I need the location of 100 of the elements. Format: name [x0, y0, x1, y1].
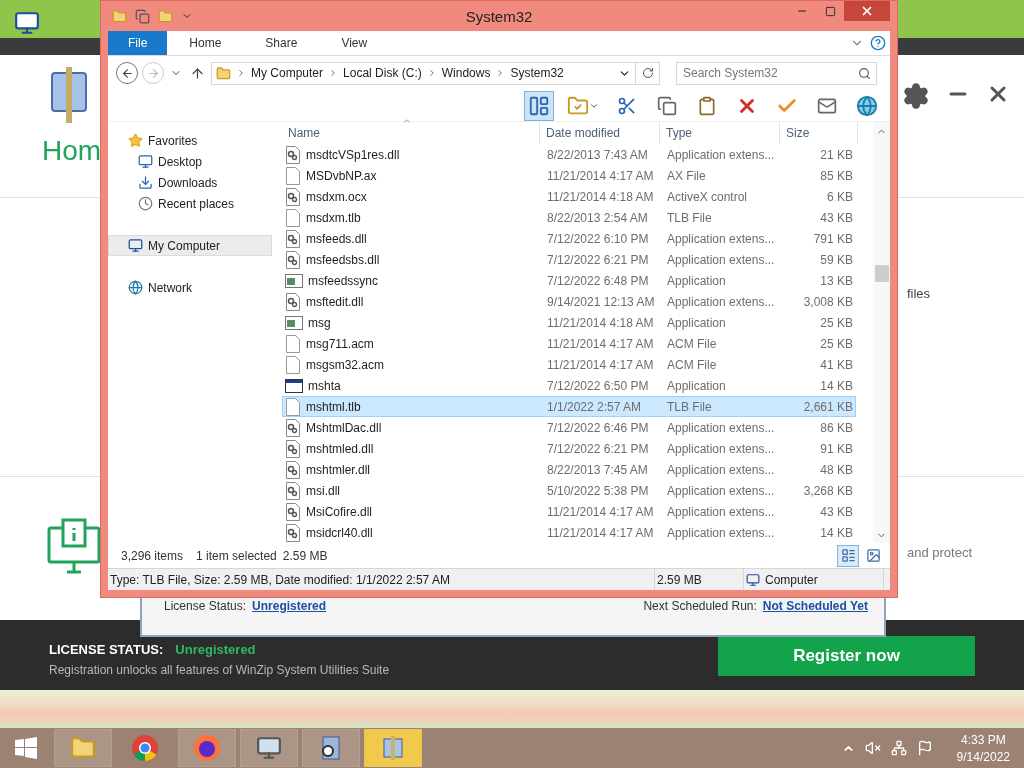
- file-row[interactable]: msgsm32.acm 11/21/2014 4:17 AM ACM File 41 KB: [282, 354, 856, 375]
- network-icon: [128, 280, 143, 295]
- navigation-item[interactable]: Network: [108, 277, 272, 298]
- breadcrumb-item[interactable]: Local Disk (C:): [343, 66, 422, 80]
- file-row[interactable]: mshtmled.dll 7/12/2022 6:21 PM Application extens... 91 KB: [282, 438, 856, 459]
- file-row[interactable]: msftedit.dll 9/14/2021 12:13 AM Application extens... 3,008 KB: [282, 291, 856, 312]
- file-row[interactable]: MsiCofire.dll 11/21/2014 4:17 AM Application extens... 43 KB: [282, 501, 856, 522]
- star-icon: [128, 133, 143, 148]
- navigation-item[interactable]: Favorites: [108, 130, 272, 151]
- file-row[interactable]: mshtmler.dll 8/22/2013 7:45 AM Application extens... 48 KB: [282, 459, 856, 480]
- breadcrumb-item[interactable]: My Computer: [251, 66, 324, 80]
- settings-icon[interactable]: [902, 82, 930, 110]
- type-cell-text: Application extens...: [666, 294, 776, 309]
- layout-button[interactable]: [524, 90, 554, 121]
- taskbar-app[interactable]: [240, 729, 298, 767]
- column-header[interactable]: Size: [780, 122, 858, 144]
- ribbon-tab[interactable]: Share: [243, 31, 320, 55]
- selection-info: 1 item selected: [196, 548, 277, 563]
- license-link[interactable]: Unregistered: [252, 599, 327, 613]
- taskbar-app[interactable]: [178, 729, 236, 767]
- file-name: msdxm.ocx: [306, 189, 367, 204]
- navigation-item[interactable]: Downloads: [108, 172, 272, 193]
- date-cell-text: 11/21/2014 4:17 AM: [546, 525, 655, 540]
- file-name: mshta: [308, 378, 341, 393]
- gear-file-icon: [285, 292, 301, 311]
- monitor-info-icon: [47, 518, 101, 574]
- file-row[interactable]: msdtcVSp1res.dll 8/22/2013 7:43 AM Application extens... 21 KB: [282, 144, 856, 165]
- size-cell-text: 25 KB: [819, 315, 853, 330]
- details-view-button[interactable]: [837, 544, 859, 567]
- gear-file-icon: [285, 250, 301, 269]
- file-name: mshtmled.dll: [306, 441, 374, 456]
- file-row[interactable]: msg 11/21/2014 4:18 AM Application 25 KB: [282, 312, 856, 333]
- search-field[interactable]: Search System32: [676, 61, 877, 85]
- date-cell-text: 11/21/2014 4:17 AM: [546, 336, 655, 351]
- ribbon-tab[interactable]: Home: [167, 31, 244, 55]
- file-name: mshtml.tlb: [306, 399, 361, 414]
- size-cell-text: 43 KB: [819, 210, 853, 225]
- ribbon-tab[interactable]: View: [319, 31, 390, 55]
- navigation-item[interactable]: Desktop: [108, 151, 272, 172]
- back-button[interactable]: [116, 62, 138, 84]
- date-cell-text: 5/10/2022 5:38 PM: [546, 483, 650, 498]
- file-row[interactable]: msdxm.tlb 8/22/2013 2:54 AM TLB File 43 KB: [282, 207, 856, 228]
- type-cell-text: Application extens...: [666, 525, 776, 540]
- file-row[interactable]: msi.dll 5/10/2022 5:38 PM Application extens... 3,268 KB: [282, 480, 856, 501]
- taskbar-app[interactable]: [302, 729, 360, 767]
- network-icon[interactable]: [890, 740, 907, 756]
- column-header[interactable]: Date modified: [540, 122, 660, 144]
- file-row[interactable]: MshtmlDac.dll 7/12/2022 6:46 PM Application extens... 86 KB: [282, 417, 856, 438]
- flag-icon[interactable]: [916, 740, 933, 756]
- column-header[interactable]: Type: [660, 122, 780, 144]
- breadcrumb-item[interactable]: System32: [510, 66, 564, 80]
- fox-browser-icon: [193, 734, 221, 762]
- file-name: msg: [308, 315, 331, 330]
- file-row[interactable]: msfeedssync 7/12/2022 6:48 PM Application 13 KB: [282, 270, 856, 291]
- size-cell-text: 13 KB: [819, 273, 853, 288]
- navigation-item[interactable]: Recent places: [108, 193, 272, 214]
- clock[interactable]: 4:33 PM 9/14/2022: [956, 732, 1010, 764]
- column-header[interactable]: Name: [282, 122, 540, 144]
- type-cell-text: Application: [666, 315, 727, 330]
- file-row[interactable]: msidcrl40.dll 11/21/2014 4:17 AM Application extens... 14 KB: [282, 522, 856, 543]
- application-icon: [285, 315, 303, 330]
- file-row[interactable]: MSDvbNP.ax 11/21/2014 4:17 AM AX File 85 KB: [282, 165, 856, 186]
- maximize-icon: [824, 5, 836, 17]
- search-icon[interactable]: [858, 66, 871, 80]
- muted-speaker-icon[interactable]: [864, 740, 881, 756]
- ribbon-tab[interactable]: File: [108, 31, 168, 55]
- schedule-link[interactable]: Not Scheduled Yet: [762, 599, 868, 613]
- date-cell-text: 11/21/2014 4:18 AM: [546, 189, 655, 204]
- file-name: msftedit.dll: [306, 294, 364, 309]
- date-cell-text: 11/21/2014 4:17 AM: [546, 168, 655, 183]
- date-cell-text: 11/21/2014 4:17 AM: [546, 357, 655, 372]
- file-icon: [285, 334, 301, 353]
- globe-icon: [856, 94, 878, 117]
- chevron-icon[interactable]: [236, 68, 246, 78]
- license-label: License Status:: [164, 599, 247, 613]
- file-row[interactable]: msfeedsbs.dll 7/12/2022 6:21 PM Application extens... 59 KB: [282, 249, 856, 270]
- file-row[interactable]: msg711.acm 11/21/2014 4:17 AM ACM File 25 KB: [282, 333, 856, 354]
- description-text: and protect: [906, 545, 972, 562]
- file-row[interactable]: msfeeds.dll 7/12/2022 6:10 PM Application extens... 791 KB: [282, 228, 856, 249]
- file-name: msfeedsbs.dll: [306, 252, 380, 267]
- type-cell-text: Application extens...: [666, 252, 776, 267]
- file-row[interactable]: mshtml.tlb 1/1/2022 2:57 AM TLB File 2,661 KB: [282, 396, 856, 417]
- breadcrumb-item[interactable]: Windows: [441, 66, 491, 80]
- scrollbar-thumb[interactable]: [874, 265, 889, 282]
- date-cell-text: 11/21/2014 4:17 AM: [546, 504, 655, 519]
- navigation-item[interactable]: My Computer: [108, 235, 272, 256]
- date-cell-text: 1/1/2022 2:57 AM: [546, 399, 643, 414]
- file-row[interactable]: mshta 7/12/2022 6:50 PM Application 14 KB: [282, 375, 856, 396]
- help-icon[interactable]: [870, 35, 886, 51]
- location-text: Computer: [765, 572, 818, 587]
- file-row[interactable]: msdxm.ocx 11/21/2014 4:18 AM ActiveX control 6 KB: [282, 186, 856, 207]
- type-cell-text: TLB File: [666, 399, 713, 414]
- refresh-button[interactable]: [636, 61, 660, 85]
- close-button[interactable]: [844, 1, 890, 21]
- file-icon: [285, 355, 301, 374]
- file-name: mshtmler.dll: [306, 462, 370, 477]
- gear-file-icon: [285, 523, 301, 542]
- address-field[interactable]: My Computer Local Disk (C:) Windows System32: [211, 61, 636, 85]
- size-cell-text: 2,661 KB: [802, 399, 853, 414]
- computer-icon[interactable]: [14, 10, 40, 36]
